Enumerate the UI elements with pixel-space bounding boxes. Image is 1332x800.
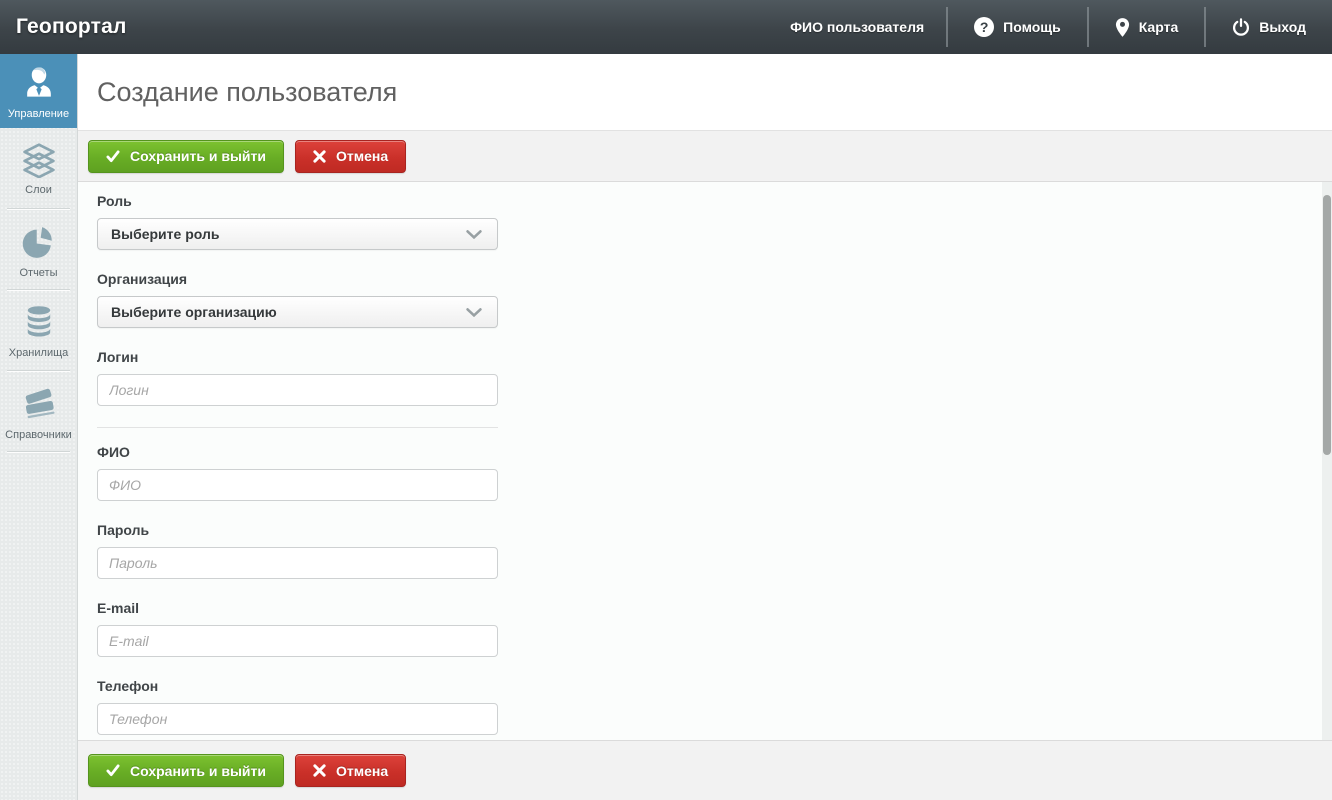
sidebar-item-references[interactable]: Справочники [0,371,77,452]
header-divider [1087,7,1089,47]
help-icon: ? [974,17,994,37]
role-select[interactable]: Выберите роль [97,218,498,250]
organization-label: Организация [97,271,498,287]
vertical-scrollbar[interactable] [1322,182,1332,740]
role-label: Роль [97,193,498,209]
help-link[interactable]: ? Помощь [948,0,1087,54]
main-content: Создание пользователя Сохранить и выйти … [78,54,1332,800]
map-link[interactable]: Карта [1089,0,1205,54]
field-phone: Телефон [97,678,498,735]
sidebar-item-layers[interactable]: Слои [0,128,77,209]
sidebar-item-reports[interactable]: Отчеты [0,209,77,290]
password-label: Пароль [97,522,498,538]
app-logo[interactable]: Геопортал [0,15,127,39]
header-nav: ФИО пользователя ? Помощь Карта [768,0,1332,54]
user-create-form: Роль Выберите роль Организация Выберите … [78,182,1332,740]
password-input[interactable] [97,547,498,579]
database-icon [20,303,58,341]
organization-select-value: Выберите организацию [111,304,277,320]
email-label: E-mail [97,600,498,616]
help-label: Помощь [1003,19,1061,35]
cancel-button-bottom[interactable]: Отмена [295,754,406,787]
power-icon [1232,18,1250,36]
map-pin-icon [1115,17,1130,38]
user-icon [19,62,59,102]
app-header: Геопортал ФИО пользователя ? Помощь Карт… [0,0,1332,54]
books-icon [19,383,59,423]
field-role: Роль Выберите роль [97,193,498,250]
field-password: Пароль [97,522,498,579]
logout-label: Выход [1259,19,1306,35]
scrollbar-thumb[interactable] [1323,195,1331,455]
sidebar-item-label: Отчеты [19,267,57,279]
sidebar-item-label: Слои [25,184,52,196]
page-title-bar: Создание пользователя [78,54,1332,131]
save-exit-button[interactable]: Сохранить и выйти [88,140,284,173]
chevron-down-icon [466,308,482,317]
login-label: Логин [97,349,498,365]
map-label: Карта [1139,19,1179,35]
x-icon [313,150,326,163]
layers-icon [19,142,59,178]
role-select-value: Выберите роль [111,226,219,242]
field-organization: Организация Выберите организацию [97,271,498,328]
sidebar-item-label: Хранилища [9,347,69,359]
header-divider [946,7,948,47]
user-fullname[interactable]: ФИО пользователя [768,19,946,35]
field-fullname: ФИО [97,444,498,501]
form-section-divider [97,427,498,428]
x-icon [313,764,326,777]
page-title: Создание пользователя [97,77,397,108]
field-login: Логин [97,349,498,406]
pie-chart-icon [19,221,59,261]
sidebar: Управление Слои Отчеты [0,54,78,800]
sidebar-item-management[interactable]: Управление [0,54,77,128]
sidebar-item-storages[interactable]: Хранилища [0,290,77,371]
organization-select[interactable]: Выберите организацию [97,296,498,328]
header-divider [1204,7,1206,47]
save-exit-button-bottom[interactable]: Сохранить и выйти [88,754,284,787]
fullname-label: ФИО [97,444,498,460]
chevron-down-icon [466,230,482,239]
sidebar-item-label: Управление [8,108,69,120]
login-input[interactable] [97,374,498,406]
phone-label: Телефон [97,678,498,694]
check-icon [106,764,120,777]
check-icon [106,150,120,163]
sidebar-item-label: Справочники [5,429,72,441]
phone-input[interactable] [97,703,498,735]
logout-link[interactable]: Выход [1206,0,1332,54]
field-email: E-mail [97,600,498,657]
email-input[interactable] [97,625,498,657]
toolbar-bottom: Сохранить и выйти Отмена [78,740,1332,800]
fullname-input[interactable] [97,469,498,501]
cancel-button[interactable]: Отмена [295,140,406,173]
toolbar-top: Сохранить и выйти Отмена [78,131,1332,182]
